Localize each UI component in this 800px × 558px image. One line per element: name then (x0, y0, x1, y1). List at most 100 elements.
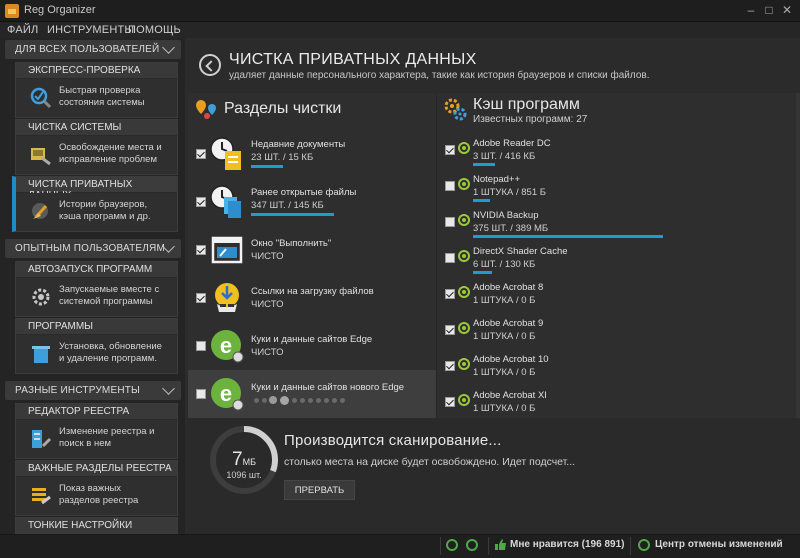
cleaner-icon (31, 148, 51, 166)
spy-download-icon (215, 283, 239, 312)
svg-text:e: e (220, 333, 232, 358)
cache-item-acrobat-xi[interactable]: Adobe Acrobat XI 1 ШТУКА / 0 Б (436, 388, 800, 418)
cache-known-count: Известных программ: 27 (473, 114, 588, 125)
tile-desc-2: поиск в нем (59, 438, 112, 449)
scrollbar[interactable] (796, 93, 800, 418)
clock-icon[interactable] (466, 539, 478, 551)
section-all-users[interactable]: ДЛЯ ВСЕХ ПОЛЬЗОВАТЕЛЕЙ (5, 40, 181, 59)
gear-icon (458, 286, 470, 298)
broom-icon (32, 203, 48, 219)
size-bar (251, 213, 334, 216)
divider (488, 537, 489, 555)
section-misc-tools[interactable]: РАЗНЫЕ ИНСТРУМЕНТЫ (5, 381, 181, 400)
map-pins-icon (196, 100, 216, 119)
scan-size-value: 7 (232, 449, 243, 470)
item-name: Ранее открытые файлы (251, 187, 357, 198)
sidebar-item-private-data[interactable]: ЧИСТКА ПРИВАТНЫХ ДАННЫХ Истории браузеро… (12, 176, 178, 232)
checkbox[interactable] (196, 245, 206, 255)
gears-icon (444, 98, 467, 121)
tile-title: ЧИСТКА СИСТЕМЫ (16, 120, 177, 136)
like-button[interactable]: Мне нравится (196 891) (510, 539, 624, 550)
section-label: ОПЫТНЫМ ПОЛЬЗОВАТЕЛЯМ (15, 243, 166, 254)
minimize-button[interactable]: – (742, 2, 760, 18)
item-name: Ссылки на загрузку файлов (251, 286, 374, 297)
undo-center-link[interactable]: Центр отмены изменений (655, 539, 783, 550)
maximize-button[interactable]: □ (760, 2, 778, 18)
section-advanced-users[interactable]: ОПЫТНЫМ ПОЛЬЗОВАТЕЛЯМ (5, 239, 181, 258)
tile-title: РЕДАКТОР РЕЕСТРА (16, 404, 177, 420)
menu-bar: ФАЙЛ ИНСТРУМЕНТЫ ПОМОЩЬ (0, 22, 800, 38)
menu-tools[interactable]: ИНСТРУМЕНТЫ (47, 24, 134, 36)
gear-icon (458, 250, 470, 262)
cleanup-item-edge-cookies[interactable]: e Куки и данные сайтов Edge ЧИСТО (188, 322, 436, 370)
close-button[interactable]: ✕ (778, 2, 796, 18)
window-title: Reg Organizer (24, 4, 96, 16)
checkbox[interactable] (196, 389, 206, 399)
checkbox[interactable] (196, 149, 206, 159)
chevron-down-icon (162, 382, 175, 395)
gear-icon (458, 178, 470, 190)
checkbox[interactable] (445, 397, 455, 407)
app-icon (5, 4, 19, 18)
tile-title: ТОНКИЕ НАСТРОЙКИ (16, 518, 177, 533)
scan-size: 7МБ (214, 449, 274, 471)
clock-files-icon (210, 185, 241, 218)
cache-item-adobe-reader-dc[interactable]: Adobe Reader DC 3 ШТ. / 416 КБ (436, 136, 800, 172)
svg-text:e: e (220, 381, 232, 406)
cleanup-item-recent-docs[interactable]: Недавние документы 23 ШТ. / 15 КБ (188, 130, 436, 178)
checkbox[interactable] (196, 197, 206, 207)
checkbox[interactable] (445, 217, 455, 227)
tile-title: ЭКСПРЕСС-ПРОВЕРКА (16, 63, 177, 79)
sidebar-item-important-registry[interactable]: ВАЖНЫЕ РАЗДЕЛЫ РЕЕСТРА Показ важных разде… (15, 460, 178, 516)
checkbox[interactable] (445, 253, 455, 263)
size-bar (473, 199, 490, 202)
autorun-gear-icon (32, 288, 50, 306)
gear-icon (458, 142, 470, 154)
cache-item-acrobat-8[interactable]: Adobe Acrobat 8 1 ШТУКА / 0 Б (436, 280, 800, 316)
tile-desc-2: системой программы (59, 296, 153, 307)
checkbox[interactable] (445, 289, 455, 299)
cache-item-acrobat-9[interactable]: Adobe Acrobat 9 1 ШТУКА / 0 Б (436, 316, 800, 352)
back-button[interactable] (199, 54, 221, 76)
item-status: 1 ШТУКА / 0 Б (473, 295, 536, 306)
magnifier-check-icon (30, 87, 52, 109)
tile-desc-2: и удаление программ. (59, 353, 157, 364)
thumbs-up-icon (495, 539, 506, 550)
checkbox[interactable] (445, 181, 455, 191)
tile-title: ПРОГРАММЫ (16, 319, 177, 335)
sidebar-item-fine-tuning[interactable]: ТОНКИЕ НАСТРОЙКИ (15, 517, 178, 534)
tile-desc-1: Освобождение места и (59, 142, 162, 153)
menu-help[interactable]: ПОМОЩЬ (128, 24, 181, 36)
item-name: DirectX Shader Cache (473, 246, 568, 257)
shield-icon[interactable] (446, 539, 458, 551)
item-name: Adobe Acrobat 8 (473, 282, 544, 293)
checkbox[interactable] (196, 341, 206, 351)
cleanup-item-new-edge-cookies[interactable]: e Куки и данные сайтов нового Edge (188, 370, 436, 418)
sidebar-item-system-clean[interactable]: ЧИСТКА СИСТЕМЫ Освобождение места и испра… (15, 119, 178, 175)
checkbox[interactable] (445, 145, 455, 155)
cleanup-item-opened-files[interactable]: Ранее открытые файлы 347 ШТ. / 145 КБ (188, 178, 436, 226)
size-bar (251, 165, 284, 168)
item-status: 347 ШТ. / 145 КБ (251, 200, 324, 211)
sidebar-item-express-check[interactable]: ЭКСПРЕСС-ПРОВЕРКА Быстрая проверка состоя… (15, 62, 178, 118)
checkbox[interactable] (445, 361, 455, 371)
cleanup-item-download-links[interactable]: Ссылки на загрузку файлов ЧИСТО (188, 274, 436, 322)
cleanup-title: Разделы чистки (224, 100, 342, 117)
cache-item-acrobat-10[interactable]: Adobe Acrobat 10 1 ШТУКА / 0 Б (436, 352, 800, 388)
item-name: Adobe Acrobat XI (473, 390, 547, 401)
divider (440, 537, 441, 555)
stop-button[interactable]: ПРЕРВАТЬ (284, 480, 355, 500)
checkbox[interactable] (445, 325, 455, 335)
section-label: РАЗНЫЕ ИНСТРУМЕНТЫ (15, 385, 141, 396)
edge-icon: e (211, 378, 244, 411)
cache-item-notepadpp[interactable]: Notepad++ 1 ШТУКА / 851 Б (436, 172, 800, 208)
checkbox[interactable] (196, 293, 206, 303)
cache-item-nvidia-backup[interactable]: NVIDIA Backup 375 ШТ. / 389 МБ (436, 208, 800, 244)
cache-item-directx-shader[interactable]: DirectX Shader Cache 6 ШТ. / 130 КБ (436, 244, 800, 280)
sidebar-item-programs[interactable]: ПРОГРАММЫ Установка, обновление и удалени… (15, 318, 178, 374)
menu-file[interactable]: ФАЙЛ (7, 24, 38, 36)
sidebar-item-registry-editor[interactable]: РЕДАКТОР РЕЕСТРА Изменение реестра и поис… (15, 403, 178, 459)
sidebar-item-autorun[interactable]: АВТОЗАПУСК ПРОГРАММ Запускаемые вместе с… (15, 261, 178, 317)
gear-icon (458, 358, 470, 370)
cleanup-item-run-dialog[interactable]: Окно "Выполнить" ЧИСТО (188, 226, 436, 274)
